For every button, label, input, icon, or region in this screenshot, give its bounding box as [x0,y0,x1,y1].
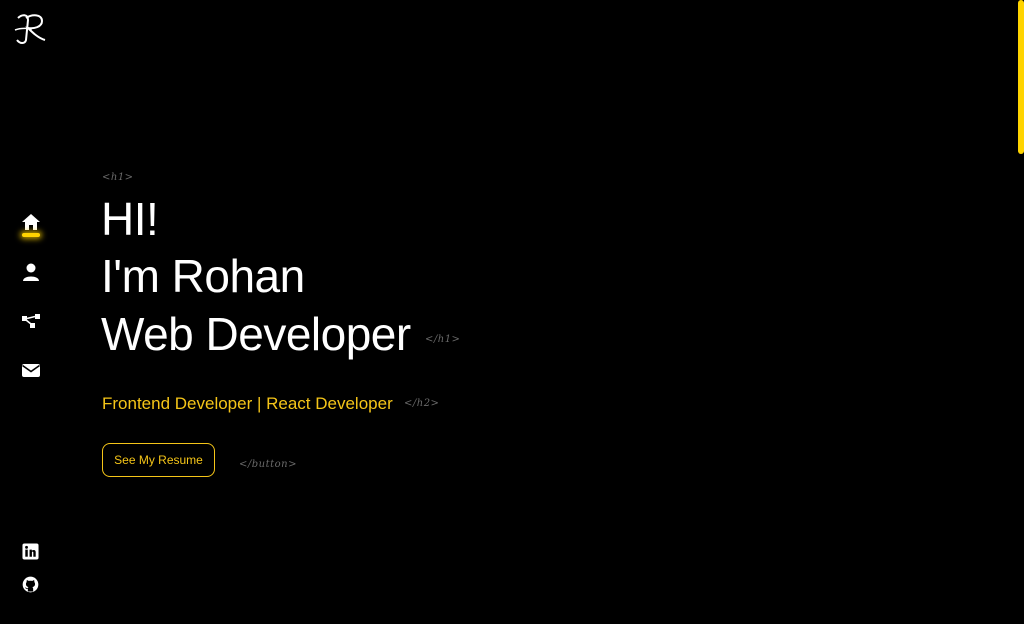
user-icon [23,263,39,281]
see-resume-button[interactable]: See My Resume [102,443,215,477]
sidebar [0,0,62,624]
linkedin-link[interactable] [21,542,39,560]
home-icon [22,214,40,230]
h1-close-tag: </h1> [425,334,461,345]
hero-subtitle: Frontend Developer | React Developer [102,394,393,413]
h2-close-tag: </h2> [404,398,440,409]
envelope-icon [22,364,40,377]
github-link[interactable] [21,575,39,593]
hero-role: Web Developer [101,308,411,360]
linkedin-icon [21,542,39,560]
hero-name: I'm Rohan [101,250,305,302]
h1-open-tag: <h1> [102,172,134,183]
scrollbar-thumb[interactable] [1018,0,1024,154]
nav-contact-button[interactable] [19,358,43,382]
logo-r-icon[interactable] [12,10,50,46]
nav-home-button[interactable] [19,210,43,234]
nav-about-button[interactable] [19,260,43,284]
github-icon [22,576,38,592]
network-icon [22,314,40,328]
hero-greeting: HI! [101,193,159,245]
button-close-tag: </button> [239,459,297,470]
nav-skills-button[interactable] [19,309,43,333]
nav-active-indicator [22,233,40,237]
portfolio-page: <h1> HI! I'm Rohan Web Developer </h1> F… [0,0,1024,624]
